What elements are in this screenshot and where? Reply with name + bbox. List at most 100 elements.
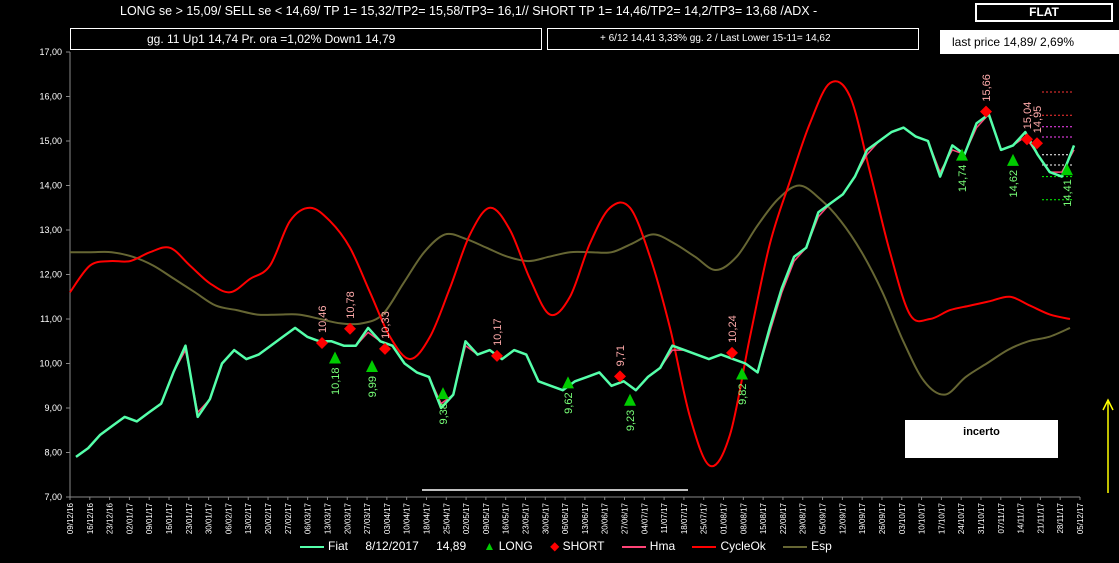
long-signal-marker — [1007, 153, 1019, 166]
x-tick-label: 08/08/17 — [739, 502, 748, 534]
legend-short-icon: ◆ — [550, 538, 560, 553]
x-tick-label: 30/01/17 — [205, 502, 214, 534]
legend-cycleok-label: CycleOk — [720, 538, 766, 553]
x-tick-label: 25/04/17 — [442, 502, 451, 534]
x-tick-label: 23/01/17 — [185, 502, 194, 534]
x-tick-label: 02/01/17 — [125, 502, 134, 534]
x-tick-label: 16/05/17 — [502, 502, 511, 534]
x-tick-label: 09/01/17 — [145, 502, 154, 534]
x-tick-label: 17/10/17 — [937, 502, 946, 534]
long-signal-label: 9,62 — [563, 392, 575, 413]
legend-fiat-swatch — [300, 545, 324, 548]
y-tick-label: 10,00 — [39, 359, 62, 369]
long-signal-marker — [437, 387, 449, 400]
legend-long-label: LONG — [498, 538, 533, 553]
legend-hma-label: Hma — [649, 538, 676, 553]
x-tick-label: 19/09/17 — [858, 502, 867, 534]
legend-cycleok: CycleOk — [692, 538, 766, 553]
x-tick-label: 18/04/17 — [422, 502, 431, 534]
y-tick-label: 17,00 — [39, 47, 62, 57]
legend-long-icon: ▲ — [483, 538, 496, 553]
short-signal-label: 10,33 — [380, 311, 392, 339]
x-tick-label: 18/07/17 — [680, 502, 689, 534]
y-tick-label: 13,00 — [39, 225, 62, 235]
short-signal-label: 10,46 — [317, 305, 329, 333]
x-tick-label: 31/10/17 — [977, 502, 986, 534]
short-signal-label: 15,66 — [981, 74, 993, 102]
x-tick-label: 27/03/17 — [363, 502, 372, 534]
x-tick-label: 02/05/17 — [462, 502, 471, 534]
x-tick-label: 13/03/17 — [323, 502, 332, 534]
short-signal-label: 10,17 — [492, 318, 504, 346]
x-tick-label: 04/07/17 — [640, 502, 649, 534]
short-signal-label: 10,78 — [345, 291, 357, 319]
x-tick-label: 13/02/17 — [244, 502, 253, 534]
x-tick-label: 23/05/17 — [521, 502, 530, 534]
x-tick-label: 23/12/16 — [106, 502, 115, 534]
long-signal-marker — [329, 351, 341, 364]
x-tick-label: 27/06/17 — [621, 502, 630, 534]
long-signal-label: 14,62 — [1008, 170, 1020, 198]
y-tick-label: 7,00 — [44, 492, 62, 502]
legend-esp-swatch — [783, 545, 808, 548]
x-tick-label: 05/12/17 — [1076, 502, 1085, 534]
x-tick-label: 28/11/17 — [1056, 502, 1065, 533]
legend-cycleok-swatch — [692, 545, 717, 548]
short-signal-label: 10,24 — [727, 315, 739, 343]
chart-legend: Fiat 8/12/2017 14,89 ▲ LONG ◆ SHORT Hma … — [300, 538, 846, 554]
x-tick-label: 25/07/17 — [700, 502, 709, 534]
long-signal-label: 14,74 — [957, 165, 969, 193]
legend-fiat: Fiat — [300, 539, 348, 553]
long-signal-label: 9,99 — [367, 376, 379, 397]
short-signal-marker — [316, 337, 328, 350]
x-tick-label: 29/08/17 — [799, 502, 808, 534]
x-tick-label: 24/10/17 — [957, 502, 966, 534]
y-tick-label: 11,00 — [40, 314, 62, 324]
short-signal-label: 14,95 — [1032, 106, 1044, 134]
legend-hma-swatch — [621, 545, 646, 548]
x-tick-label: 16/01/17 — [165, 502, 174, 534]
y-tick-label: 16,00 — [39, 92, 62, 102]
x-tick-label: 20/06/17 — [601, 502, 610, 534]
x-tick-label: 10/10/17 — [918, 502, 927, 534]
price-chart: 7,00 8,00 9,00 10,00 11,00 12,00 13,00 14,00 15,… — [39, 47, 1114, 534]
legend-hma: Hma — [621, 538, 676, 553]
x-tick-label: 06/06/17 — [561, 502, 570, 534]
x-tick-label: 11/07/17 — [660, 502, 669, 533]
x-tick-label: 03/04/17 — [383, 502, 392, 534]
x-tick-label: 30/05/17 — [541, 502, 550, 534]
x-tick-label: 07/11/17 — [997, 502, 1006, 533]
long-signal-marker — [624, 393, 636, 406]
y-tick-label: 15,00 — [39, 136, 62, 146]
x-tick-label: 12/09/17 — [838, 502, 847, 534]
x-tick-label: 20/02/17 — [264, 502, 273, 534]
legend-close: 14,89 — [436, 538, 467, 553]
x-tick-label: 22/08/17 — [779, 502, 788, 534]
x-tick-label: 26/09/17 — [878, 502, 887, 534]
x-tick-label: 09/12/16 — [66, 502, 75, 534]
incerto-box: incerto — [905, 420, 1058, 458]
legend-long: ▲ LONG — [483, 539, 532, 553]
y-tick-label: 9,00 — [44, 403, 62, 413]
long-signal-label: 10,18 — [330, 367, 342, 395]
y-tick-label: 14,00 — [39, 181, 62, 191]
x-tick-label: 06/03/17 — [304, 502, 313, 534]
legend-fiat-label: Fiat — [328, 538, 349, 553]
x-tick-label: 01/08/17 — [720, 502, 729, 534]
x-tick-label: 03/10/17 — [898, 502, 907, 534]
x-tick-label: 13/06/17 — [581, 502, 590, 534]
long-signal-label: 9,23 — [625, 410, 637, 431]
chart-axes: 7,00 8,00 9,00 10,00 11,00 12,00 13,00 14,00 15,… — [39, 47, 1114, 534]
short-signal-label: 9,71 — [615, 345, 627, 366]
x-tick-label: 09/05/17 — [482, 502, 491, 534]
legend-esp: Esp — [783, 539, 832, 553]
long-signal-marker — [736, 367, 748, 380]
legend-short-label: SHORT — [562, 538, 605, 553]
y-tick-label: 8,00 — [44, 448, 62, 458]
legend-esp-label: Esp — [811, 538, 832, 553]
x-tick-label: 05/09/17 — [819, 502, 828, 534]
x-tick-label: 16/12/16 — [86, 502, 95, 534]
long-signal-label: 9,82 — [737, 384, 749, 405]
x-tick-label: 06/02/17 — [224, 502, 233, 534]
legend-date: 8/12/2017 — [365, 538, 419, 553]
